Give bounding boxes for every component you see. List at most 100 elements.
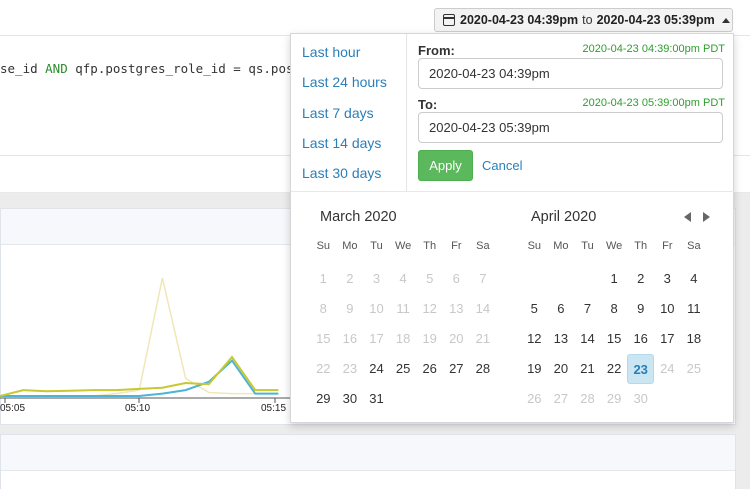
calendar-day: 28 <box>580 391 595 406</box>
calendar-day[interactable]: 18 <box>681 324 708 354</box>
query-fragment-2: qfp.postgres_role_id = qs.postgr <box>67 61 317 76</box>
weekday-header: We <box>394 240 412 252</box>
preset-last-30-days[interactable]: Last 30 days <box>302 165 381 181</box>
calendar-day[interactable]: 14 <box>574 324 601 354</box>
cancel-link[interactable]: Cancel <box>482 158 522 173</box>
calendar-day[interactable]: 13 <box>548 324 575 354</box>
preset-list: Last hour Last 24 hours Last 7 days Last… <box>291 34 407 191</box>
x-tick-1: 05:05 <box>0 403 26 414</box>
calendar-day: 29 <box>606 391 622 406</box>
calendar-day[interactable]: 4 <box>681 264 708 294</box>
calendar-day: 22 <box>316 361 331 376</box>
range-to-word: to <box>582 13 593 27</box>
calendar-day[interactable]: 16 <box>627 324 654 354</box>
calendar-day-selected[interactable]: 23 <box>627 354 654 384</box>
calendar-day: 21 <box>475 331 491 346</box>
calendar-day[interactable]: 26 <box>416 354 443 384</box>
calendar-day: 16 <box>342 331 358 346</box>
calendar-day[interactable]: 19 <box>521 354 548 384</box>
calendar-day[interactable]: 6 <box>548 294 575 324</box>
calendar-day: 15 <box>316 331 331 346</box>
preset-last-hour[interactable]: Last hour <box>302 44 360 60</box>
calendar-day[interactable]: 22 <box>601 354 628 384</box>
calendar-day: 12 <box>422 301 437 316</box>
calendar-day[interactable]: 5 <box>521 294 548 324</box>
range-to-text: 2020-04-23 05:39pm <box>596 13 715 27</box>
calendar-day: 2 <box>346 271 354 286</box>
calendar-day: 1 <box>319 271 327 286</box>
calendar-day: 7 <box>479 271 487 286</box>
calendar-day: 13 <box>449 301 464 316</box>
from-hint: 2020-04-23 04:39:00pm PDT <box>582 43 725 55</box>
calendar-day: 17 <box>369 331 384 346</box>
calendar-day: 11 <box>396 301 410 316</box>
calendar-day[interactable]: 15 <box>601 324 628 354</box>
weekday-header: Fr <box>662 240 673 252</box>
calendar-day[interactable]: 21 <box>574 354 601 384</box>
calendar-day[interactable]: 11 <box>681 294 708 324</box>
calendar-day: 5 <box>426 271 434 286</box>
calendar-day: 10 <box>369 301 384 316</box>
second-panel <box>0 434 736 489</box>
preset-last-14-days[interactable]: Last 14 days <box>302 135 381 151</box>
calendar-day: 26 <box>527 391 542 406</box>
next-month-icon[interactable] <box>703 212 710 222</box>
weekday-header: Sa <box>476 240 490 252</box>
prev-month-icon[interactable] <box>684 212 691 222</box>
from-input[interactable] <box>418 58 723 89</box>
calendar-day: 27 <box>553 391 569 406</box>
calendar-day[interactable]: 7 <box>574 294 601 324</box>
calendar-day[interactable]: 17 <box>654 324 681 354</box>
calendar-day: 20 <box>449 331 464 346</box>
weekday-header: Tu <box>581 240 594 252</box>
preset-last-24-hours[interactable]: Last 24 hours <box>302 74 387 90</box>
weekday-header: Tu <box>370 240 383 252</box>
calendar-day[interactable]: 31 <box>363 384 390 414</box>
calendar-divider <box>291 191 735 192</box>
calendar-day[interactable]: 27 <box>443 354 470 384</box>
calendar-day[interactable]: 8 <box>601 294 628 324</box>
calendar-day[interactable]: 10 <box>654 294 681 324</box>
to-hint: 2020-04-23 05:39:00pm PDT <box>582 97 725 109</box>
time-range-button[interactable]: 2020-04-23 04:39pm to 2020-04-23 05:39pm <box>434 8 733 32</box>
weekday-header: Fr <box>451 240 462 252</box>
weekday-header: Mo <box>342 240 358 252</box>
calendar-day: 8 <box>319 301 327 316</box>
second-panel-header <box>1 435 735 471</box>
calendar-day[interactable]: 30 <box>337 384 364 414</box>
calendar-day: 4 <box>399 271 407 286</box>
calendar-day[interactable]: 9 <box>627 294 654 324</box>
calendar-day[interactable]: 3 <box>654 264 681 294</box>
x-tick-2: 05:10 <box>125 403 151 414</box>
time-range-dropdown: Last hour Last 24 hours Last 7 days Last… <box>290 33 735 423</box>
calendar-day: 3 <box>372 271 381 286</box>
caret-up-icon <box>721 17 730 23</box>
preset-last-7-days[interactable]: Last 7 days <box>302 105 374 121</box>
from-label: From: <box>418 43 455 58</box>
weekday-header: Th <box>634 240 648 252</box>
weekday-header: We <box>605 240 623 252</box>
weekday-header: Su <box>316 240 331 252</box>
calendar-day: 18 <box>395 331 411 346</box>
calendar-day[interactable]: 20 <box>548 354 575 384</box>
calendar-day[interactable]: 29 <box>310 384 337 414</box>
calendar-day[interactable]: 24 <box>363 354 390 384</box>
weekday-header: Sa <box>687 240 701 252</box>
query-keyword-and: AND <box>45 61 68 76</box>
calendar-day[interactable]: 28 <box>470 354 497 384</box>
calendar-day: 23 <box>342 361 358 376</box>
calendar-day[interactable]: 25 <box>390 354 417 384</box>
calendar-day: 9 <box>346 301 354 316</box>
calendar-day[interactable]: 12 <box>521 324 548 354</box>
month-title: March 2020 <box>320 209 397 225</box>
calendar-day: 30 <box>633 391 648 406</box>
month-title: April 2020 <box>531 209 597 225</box>
x-tick-3: 05:15 <box>261 403 287 414</box>
to-input[interactable] <box>418 112 723 143</box>
range-from-text: 2020-04-23 04:39pm <box>460 13 579 27</box>
calendar-day[interactable]: 1 <box>601 264 628 294</box>
apply-button[interactable]: Apply <box>418 150 473 181</box>
calendar-day: 19 <box>422 331 437 346</box>
calendar-day[interactable]: 2 <box>627 264 654 294</box>
calendar-day: 6 <box>452 271 460 286</box>
